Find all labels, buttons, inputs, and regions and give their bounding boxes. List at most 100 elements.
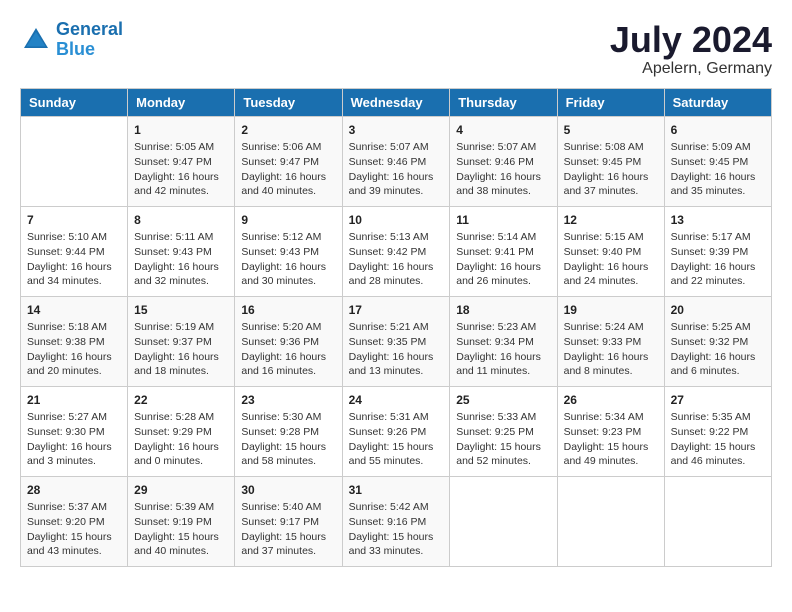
week-row-5: 28Sunrise: 5:37 AM Sunset: 9:20 PM Dayli… <box>21 476 772 566</box>
week-row-4: 21Sunrise: 5:27 AM Sunset: 9:30 PM Dayli… <box>21 386 772 476</box>
weekday-header-wednesday: Wednesday <box>342 88 450 116</box>
day-info: Sunrise: 5:08 AM Sunset: 9:45 PM Dayligh… <box>564 140 658 199</box>
calendar-cell: 25Sunrise: 5:33 AM Sunset: 9:25 PM Dayli… <box>450 386 557 476</box>
page-header: GeneralBlue July 2024 Apelern, Germany <box>20 20 772 78</box>
calendar-cell: 19Sunrise: 5:24 AM Sunset: 9:33 PM Dayli… <box>557 296 664 386</box>
calendar-cell: 11Sunrise: 5:14 AM Sunset: 9:41 PM Dayli… <box>450 206 557 296</box>
logo-text: GeneralBlue <box>56 20 123 60</box>
calendar-cell <box>450 476 557 566</box>
week-row-1: 1Sunrise: 5:05 AM Sunset: 9:47 PM Daylig… <box>21 116 772 206</box>
calendar-cell: 31Sunrise: 5:42 AM Sunset: 9:16 PM Dayli… <box>342 476 450 566</box>
day-number: 6 <box>671 122 765 139</box>
calendar-cell: 7Sunrise: 5:10 AM Sunset: 9:44 PM Daylig… <box>21 206 128 296</box>
day-number: 8 <box>134 212 228 229</box>
day-number: 23 <box>241 392 335 409</box>
calendar-cell: 1Sunrise: 5:05 AM Sunset: 9:47 PM Daylig… <box>128 116 235 206</box>
week-row-3: 14Sunrise: 5:18 AM Sunset: 9:38 PM Dayli… <box>21 296 772 386</box>
day-info: Sunrise: 5:23 AM Sunset: 9:34 PM Dayligh… <box>456 320 550 379</box>
weekday-header-saturday: Saturday <box>664 88 771 116</box>
day-info: Sunrise: 5:37 AM Sunset: 9:20 PM Dayligh… <box>27 500 121 559</box>
day-number: 28 <box>27 482 121 499</box>
day-info: Sunrise: 5:05 AM Sunset: 9:47 PM Dayligh… <box>134 140 228 199</box>
calendar-cell: 16Sunrise: 5:20 AM Sunset: 9:36 PM Dayli… <box>235 296 342 386</box>
month-title: July 2024 <box>610 20 772 60</box>
day-number: 30 <box>241 482 335 499</box>
title-block: July 2024 Apelern, Germany <box>610 20 772 78</box>
location-subtitle: Apelern, Germany <box>610 60 772 78</box>
day-info: Sunrise: 5:39 AM Sunset: 9:19 PM Dayligh… <box>134 500 228 559</box>
calendar-cell <box>557 476 664 566</box>
day-number: 29 <box>134 482 228 499</box>
weekday-header-friday: Friday <box>557 88 664 116</box>
day-info: Sunrise: 5:11 AM Sunset: 9:43 PM Dayligh… <box>134 230 228 289</box>
day-info: Sunrise: 5:06 AM Sunset: 9:47 PM Dayligh… <box>241 140 335 199</box>
day-info: Sunrise: 5:14 AM Sunset: 9:41 PM Dayligh… <box>456 230 550 289</box>
day-number: 15 <box>134 302 228 319</box>
day-number: 14 <box>27 302 121 319</box>
calendar-cell: 21Sunrise: 5:27 AM Sunset: 9:30 PM Dayli… <box>21 386 128 476</box>
calendar-cell: 13Sunrise: 5:17 AM Sunset: 9:39 PM Dayli… <box>664 206 771 296</box>
day-info: Sunrise: 5:07 AM Sunset: 9:46 PM Dayligh… <box>349 140 444 199</box>
calendar-cell: 30Sunrise: 5:40 AM Sunset: 9:17 PM Dayli… <box>235 476 342 566</box>
day-info: Sunrise: 5:21 AM Sunset: 9:35 PM Dayligh… <box>349 320 444 379</box>
calendar-cell: 2Sunrise: 5:06 AM Sunset: 9:47 PM Daylig… <box>235 116 342 206</box>
calendar-cell: 27Sunrise: 5:35 AM Sunset: 9:22 PM Dayli… <box>664 386 771 476</box>
calendar-cell: 28Sunrise: 5:37 AM Sunset: 9:20 PM Dayli… <box>21 476 128 566</box>
logo: GeneralBlue <box>20 20 123 60</box>
calendar-cell: 23Sunrise: 5:30 AM Sunset: 9:28 PM Dayli… <box>235 386 342 476</box>
day-number: 16 <box>241 302 335 319</box>
day-number: 9 <box>241 212 335 229</box>
day-number: 21 <box>27 392 121 409</box>
day-info: Sunrise: 5:09 AM Sunset: 9:45 PM Dayligh… <box>671 140 765 199</box>
day-info: Sunrise: 5:31 AM Sunset: 9:26 PM Dayligh… <box>349 410 444 469</box>
day-info: Sunrise: 5:20 AM Sunset: 9:36 PM Dayligh… <box>241 320 335 379</box>
day-number: 2 <box>241 122 335 139</box>
day-number: 13 <box>671 212 765 229</box>
day-number: 5 <box>564 122 658 139</box>
weekday-header-thursday: Thursday <box>450 88 557 116</box>
calendar-cell: 15Sunrise: 5:19 AM Sunset: 9:37 PM Dayli… <box>128 296 235 386</box>
calendar-table: SundayMondayTuesdayWednesdayThursdayFrid… <box>20 88 772 567</box>
calendar-cell: 24Sunrise: 5:31 AM Sunset: 9:26 PM Dayli… <box>342 386 450 476</box>
day-number: 26 <box>564 392 658 409</box>
calendar-cell: 10Sunrise: 5:13 AM Sunset: 9:42 PM Dayli… <box>342 206 450 296</box>
day-number: 17 <box>349 302 444 319</box>
day-number: 24 <box>349 392 444 409</box>
weekday-header-row: SundayMondayTuesdayWednesdayThursdayFrid… <box>21 88 772 116</box>
day-number: 7 <box>27 212 121 229</box>
day-number: 10 <box>349 212 444 229</box>
day-number: 27 <box>671 392 765 409</box>
calendar-cell: 3Sunrise: 5:07 AM Sunset: 9:46 PM Daylig… <box>342 116 450 206</box>
day-info: Sunrise: 5:33 AM Sunset: 9:25 PM Dayligh… <box>456 410 550 469</box>
day-info: Sunrise: 5:12 AM Sunset: 9:43 PM Dayligh… <box>241 230 335 289</box>
day-number: 25 <box>456 392 550 409</box>
calendar-cell: 18Sunrise: 5:23 AM Sunset: 9:34 PM Dayli… <box>450 296 557 386</box>
day-info: Sunrise: 5:28 AM Sunset: 9:29 PM Dayligh… <box>134 410 228 469</box>
day-info: Sunrise: 5:15 AM Sunset: 9:40 PM Dayligh… <box>564 230 658 289</box>
calendar-cell: 20Sunrise: 5:25 AM Sunset: 9:32 PM Dayli… <box>664 296 771 386</box>
day-number: 11 <box>456 212 550 229</box>
day-info: Sunrise: 5:40 AM Sunset: 9:17 PM Dayligh… <box>241 500 335 559</box>
day-number: 4 <box>456 122 550 139</box>
day-number: 22 <box>134 392 228 409</box>
day-info: Sunrise: 5:19 AM Sunset: 9:37 PM Dayligh… <box>134 320 228 379</box>
day-number: 19 <box>564 302 658 319</box>
weekday-header-sunday: Sunday <box>21 88 128 116</box>
calendar-cell: 29Sunrise: 5:39 AM Sunset: 9:19 PM Dayli… <box>128 476 235 566</box>
day-number: 3 <box>349 122 444 139</box>
calendar-cell: 8Sunrise: 5:11 AM Sunset: 9:43 PM Daylig… <box>128 206 235 296</box>
calendar-cell <box>664 476 771 566</box>
calendar-cell: 4Sunrise: 5:07 AM Sunset: 9:46 PM Daylig… <box>450 116 557 206</box>
day-info: Sunrise: 5:18 AM Sunset: 9:38 PM Dayligh… <box>27 320 121 379</box>
calendar-cell: 9Sunrise: 5:12 AM Sunset: 9:43 PM Daylig… <box>235 206 342 296</box>
day-number: 31 <box>349 482 444 499</box>
logo-icon <box>20 24 52 56</box>
day-info: Sunrise: 5:10 AM Sunset: 9:44 PM Dayligh… <box>27 230 121 289</box>
day-info: Sunrise: 5:34 AM Sunset: 9:23 PM Dayligh… <box>564 410 658 469</box>
day-number: 1 <box>134 122 228 139</box>
calendar-cell: 12Sunrise: 5:15 AM Sunset: 9:40 PM Dayli… <box>557 206 664 296</box>
day-info: Sunrise: 5:17 AM Sunset: 9:39 PM Dayligh… <box>671 230 765 289</box>
day-number: 12 <box>564 212 658 229</box>
calendar-cell: 6Sunrise: 5:09 AM Sunset: 9:45 PM Daylig… <box>664 116 771 206</box>
calendar-cell: 22Sunrise: 5:28 AM Sunset: 9:29 PM Dayli… <box>128 386 235 476</box>
